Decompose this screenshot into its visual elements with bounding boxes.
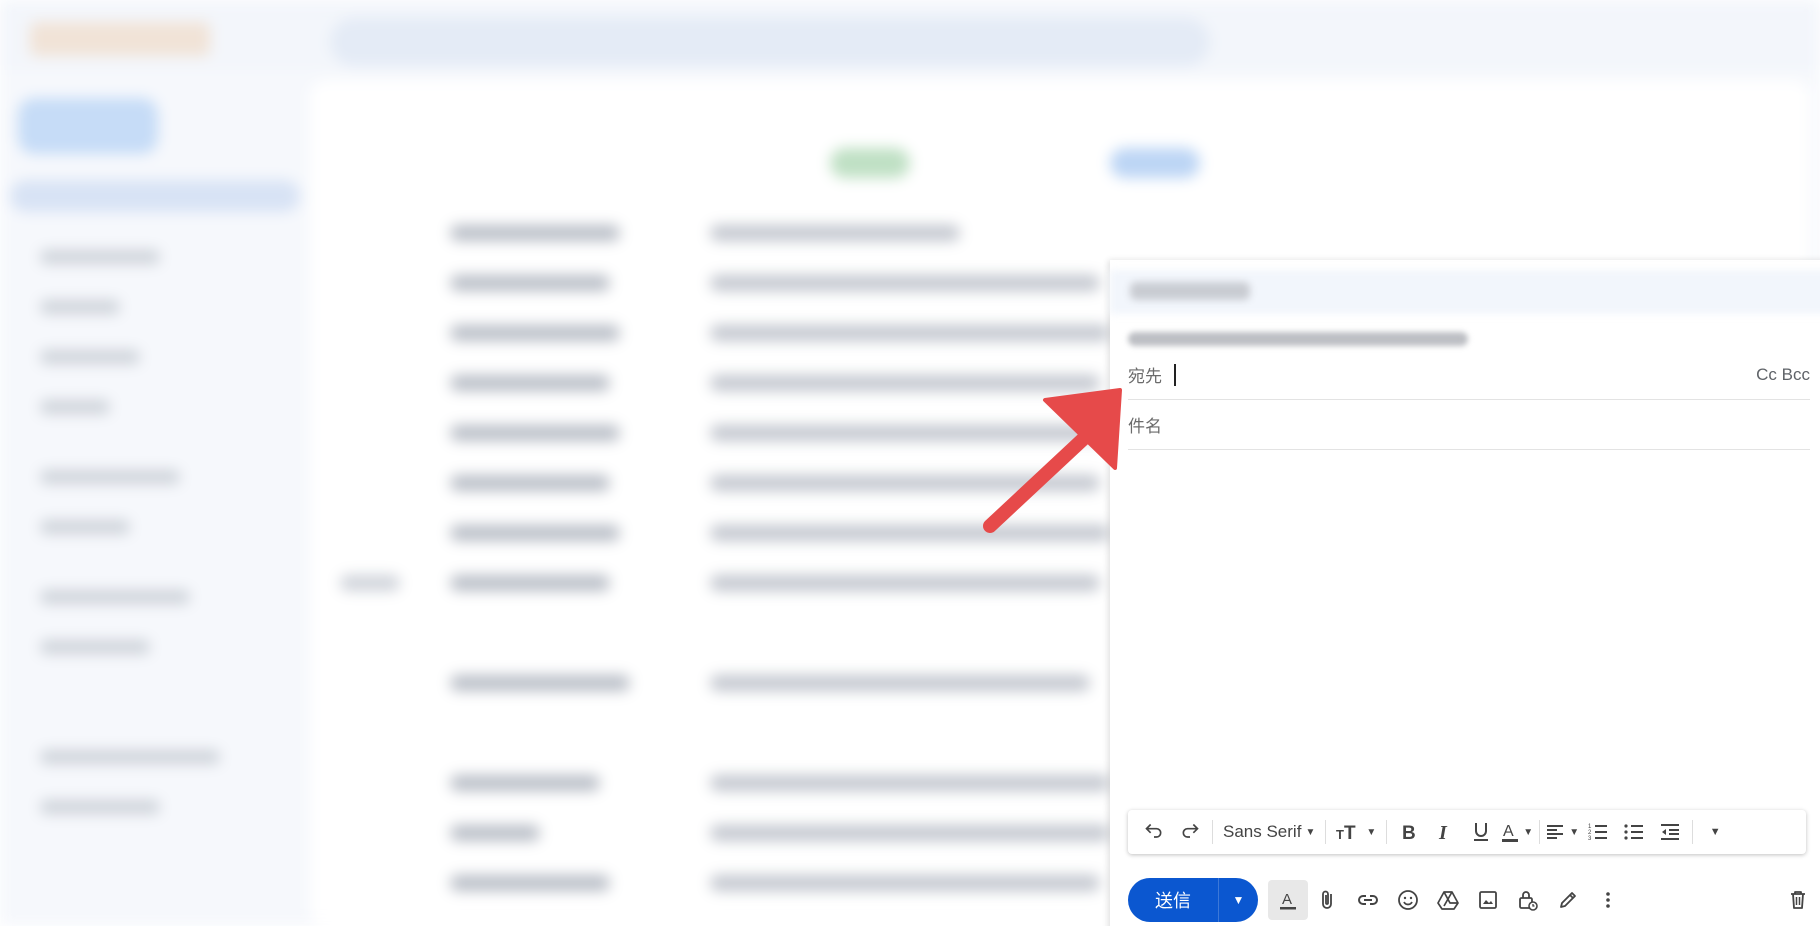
bg-row [710,775,1110,791]
bg-tab [1110,148,1200,178]
emoji-icon[interactable] [1388,880,1428,920]
bg-side-item [40,400,110,414]
bg-side-item [40,300,120,314]
compose-title [1130,282,1250,300]
more-formatting-icon[interactable]: ▼ [1697,816,1733,848]
schedule-send-dropdown[interactable]: ▼ [1218,878,1258,922]
caret-down-icon: ▼ [1366,826,1377,838]
text-size-icon[interactable]: TT ▼ [1330,816,1382,848]
bg-side-item [40,750,220,764]
numbered-list-icon[interactable]: 123 [1580,816,1616,848]
font-family-select[interactable]: Sans Serif ▼ [1217,816,1321,848]
svg-text:T: T [1336,827,1344,842]
svg-text:A: A [1282,891,1292,908]
caret-down-icon: ▼ [1569,826,1580,838]
bg-row [450,775,600,791]
formatting-options-icon[interactable]: A [1268,880,1308,920]
bg-row [710,225,960,241]
bg-search-bar [330,18,1210,66]
bg-row [450,875,610,891]
from-blurred-text [1128,332,1468,346]
redo-icon[interactable] [1172,816,1208,848]
undo-icon[interactable] [1136,816,1172,848]
svg-text:I: I [1438,822,1448,842]
bg-row [450,375,610,391]
bottom-toolbar: A [1268,878,1628,922]
bg-inbox-item [10,180,300,212]
link-icon[interactable] [1348,880,1388,920]
align-icon[interactable]: ▼ [1544,816,1580,848]
bg-row [450,525,620,541]
bg-row [450,225,620,241]
bg-side-item [40,350,140,364]
svg-text:B: B [1402,823,1416,842]
subject-field[interactable]: 件名 [1128,400,1810,450]
photo-icon[interactable] [1468,880,1508,920]
bg-side-item [40,520,130,534]
to-field-row[interactable]: 宛先 Cc Bcc [1128,350,1810,400]
compose-header [1110,270,1820,314]
bg-row [450,425,620,441]
cc-bcc-link[interactable]: Cc Bcc [1756,365,1810,385]
bold-icon[interactable]: B [1391,816,1427,848]
bg-row [450,475,610,491]
bg-row [710,575,1100,591]
caret-down-icon: ▼ [1305,826,1316,838]
bg-row [710,875,1100,891]
bulleted-list-icon[interactable] [1616,816,1652,848]
bg-logo [30,22,210,56]
screen: 宛先 Cc Bcc 件名 Sans Serif ▼ TT ▼ B I A ▼ ▼… [0,0,1820,926]
separator [1325,820,1327,844]
bg-row [710,675,1090,691]
bg-side-item [40,250,160,264]
separator [1212,820,1213,844]
bg-row [710,825,1110,841]
svg-text:T: T [1344,823,1356,842]
italic-icon[interactable]: I [1427,816,1463,848]
svg-text:A: A [1503,823,1514,840]
bg-row [340,575,400,591]
more-options-icon[interactable] [1588,880,1628,920]
indent-less-icon[interactable] [1652,816,1688,848]
text-cursor [1174,363,1176,386]
bg-row [450,825,540,841]
separator [1692,820,1694,844]
bg-row [450,675,630,691]
bg-compose-button [18,98,158,154]
bg-row [710,325,1110,341]
separator [1386,820,1388,844]
bg-row [450,325,620,341]
caret-down-icon: ▼ [1523,826,1534,838]
bg-row [710,275,1100,291]
subject-placeholder: 件名 [1128,417,1162,436]
bg-row [450,275,610,291]
bg-side-item [40,800,160,814]
bg-side-item [40,470,180,484]
trash-icon[interactable] [1778,878,1818,922]
caret-down-icon: ▼ [1232,893,1245,907]
bg-row [450,575,610,591]
caret-down-icon: ▼ [1709,826,1721,838]
annotation-arrow-icon [983,388,1122,533]
drive-icon[interactable] [1428,880,1468,920]
bg-side-item [40,590,190,604]
bg-side-item [40,640,150,654]
confidential-icon[interactable] [1508,880,1548,920]
bg-tab [830,148,910,178]
send-group: 送信 ▼ [1128,878,1258,922]
to-label: 宛先 [1128,367,1162,386]
text-color-icon[interactable]: A ▼ [1499,816,1535,848]
separator [1539,820,1541,844]
underline-icon[interactable] [1463,816,1499,848]
attach-icon[interactable] [1308,880,1348,920]
send-button[interactable]: 送信 [1128,878,1218,922]
signature-icon[interactable] [1548,880,1588,920]
font-family-label: Sans Serif [1223,822,1302,841]
formatting-toolbar: Sans Serif ▼ TT ▼ B I A ▼ ▼ 123 ▼ [1128,810,1806,854]
svg-text:3: 3 [1588,836,1592,842]
